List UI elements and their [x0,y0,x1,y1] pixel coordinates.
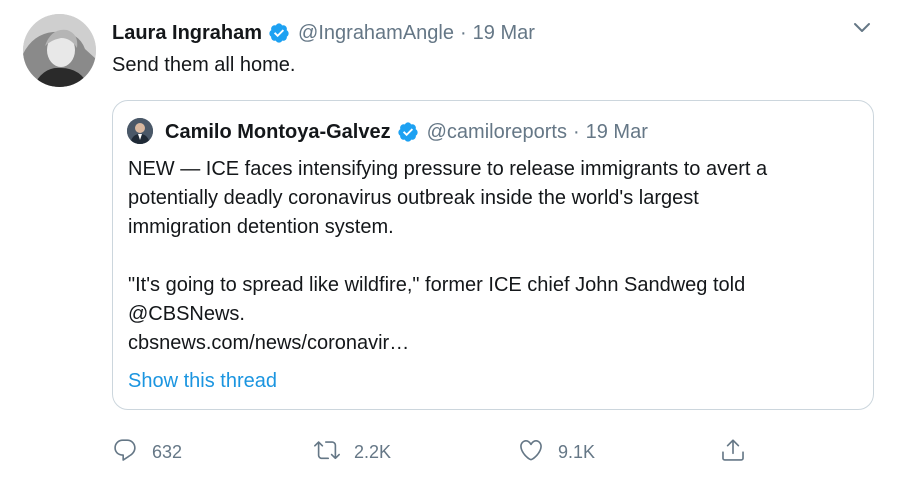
author-name[interactable]: Laura Ingraham [112,22,262,45]
like-button[interactable]: 9.1K [518,434,595,470]
quoted-text-line: "It's going to spread like wildfire," fo… [128,274,746,296]
quoted-header: Camilo Montoya-Galvez @camiloreports · 1… [165,116,648,148]
action-bar: 632 2.2K 9.1K [112,434,752,470]
avatar[interactable] [23,14,96,87]
reply-icon [112,437,138,468]
quoted-date[interactable]: 19 Mar [586,121,648,144]
tweet-header: Laura Ingraham @IngrahamAngle · 19 Mar [112,17,535,49]
heart-icon [518,437,544,468]
quoted-text: NEW — ICE faces intensifying pressure to… [128,155,858,358]
share-button[interactable] [720,434,746,470]
author-handle[interactable]: @IngrahamAngle [298,22,454,45]
retweet-count: 2.2K [354,441,392,462]
chevron-down-icon[interactable] [850,16,874,40]
share-icon [720,437,746,468]
verified-badge-icon [397,121,419,143]
quoted-text-line: immigration detention system. [128,216,394,238]
mention-link[interactable]: @CBSNews. [128,300,858,329]
reply-count: 632 [152,441,183,462]
retweet-button[interactable]: 2.2K [314,434,391,470]
separator-dot: · [572,120,580,143]
show-thread-link[interactable]: Show this thread [128,370,277,393]
tweet-text: Send them all home. [112,54,296,76]
tweet[interactable]: Laura Ingraham @IngrahamAngle · 19 Mar S… [0,0,898,480]
quoted-tweet-card[interactable]: Camilo Montoya-Galvez @camiloreports · 1… [112,100,874,410]
separator-dot: · [460,21,467,44]
quoted-author-handle[interactable]: @camiloreports [427,121,567,144]
retweet-icon [314,437,340,468]
quoted-author-name[interactable]: Camilo Montoya-Galvez [165,121,391,144]
tweet-date[interactable]: 19 Mar [473,22,535,45]
reply-button[interactable]: 632 [112,434,182,470]
quoted-text-line: potentially deadly coronavirus outbreak … [128,187,699,209]
article-link[interactable]: cbsnews.com/news/coronavir… [128,329,858,358]
verified-badge-icon [268,22,290,44]
like-count: 9.1K [558,441,596,462]
quoted-avatar[interactable] [127,118,153,144]
quoted-text-line: NEW — ICE faces intensifying pressure to… [128,158,768,180]
